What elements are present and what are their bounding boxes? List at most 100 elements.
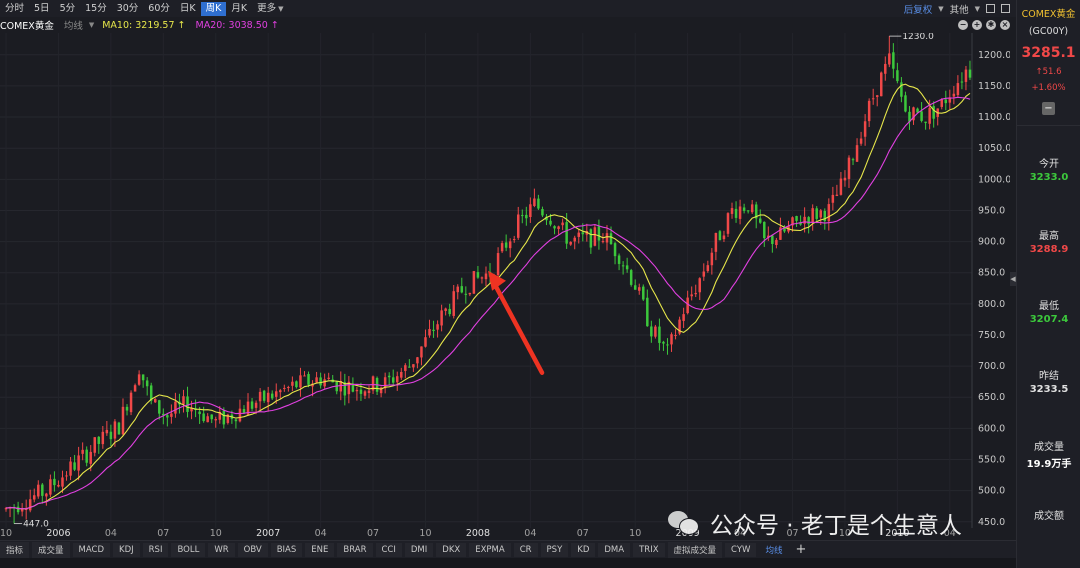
period-tab[interactable]: 周K [200, 1, 227, 16]
indicator-tab[interactable]: EXPMA [469, 542, 511, 557]
candle-body [303, 375, 306, 377]
zoom-in-icon[interactable]: + [972, 20, 982, 30]
indicator-tab[interactable]: 成交量 [32, 541, 70, 558]
chevron-down-icon[interactable]: ▼ [278, 5, 283, 13]
chevron-down-icon[interactable]: ▼ [89, 21, 94, 29]
period-tab[interactable]: 分时 [0, 2, 29, 16]
adjust-dropdown[interactable]: 后复权 [904, 2, 933, 16]
candle-body [500, 243, 504, 252]
period-tab[interactable]: 月K [226, 2, 252, 16]
indicator-tab[interactable]: MACD [72, 542, 111, 557]
candle-body [549, 220, 552, 225]
candle-body [238, 408, 242, 422]
candle-body [629, 270, 633, 285]
close-icon[interactable]: × [1000, 20, 1010, 30]
period-tab[interactable]: 60分 [143, 2, 175, 16]
candle-body [299, 375, 302, 388]
x-tick-label: 04 [524, 528, 536, 539]
candle-body [53, 478, 56, 486]
indicator-tab[interactable]: PSY [540, 542, 569, 557]
quote-stat: 昨结 3233.5 [1017, 367, 1080, 395]
candle-body [646, 297, 649, 327]
candle-body [291, 381, 294, 386]
candle-body [133, 385, 137, 392]
candle-body [654, 326, 657, 337]
chevron-down-icon[interactable]: ▼ [938, 5, 943, 13]
period-tab[interactable]: 日K [175, 2, 201, 16]
indicator-tab[interactable]: BRAR [337, 542, 373, 557]
candle-body [16, 506, 20, 513]
candle-body [198, 411, 201, 415]
indicator-tab[interactable]: 虚拟成交量 [667, 541, 723, 558]
indicator-tab[interactable]: RSI [142, 542, 169, 557]
stat-label: 成交量 [1034, 442, 1064, 453]
candle-body [214, 419, 218, 421]
zoom-out-icon[interactable]: − [958, 20, 968, 30]
ma-selector[interactable]: 均线 [64, 18, 83, 32]
candle-body [101, 431, 105, 445]
settings-icon[interactable]: ✱ [986, 20, 996, 30]
candle-body [391, 377, 395, 383]
other-dropdown[interactable]: 其他 [950, 2, 969, 16]
candle-body [658, 326, 661, 343]
period-tab[interactable]: 5日 [29, 2, 55, 16]
indicator-tab[interactable]: ENE [305, 542, 335, 557]
candle-body [295, 381, 298, 388]
indicator-tab[interactable]: CCI [375, 542, 402, 557]
chevron-down-icon[interactable]: ▼ [975, 5, 980, 13]
candle-body [847, 157, 851, 179]
indicator-tab[interactable]: TRIX [633, 542, 665, 557]
quote-stat: 成交量 19.9万手 [1017, 438, 1080, 470]
candle-body [484, 273, 488, 280]
indicator-tab[interactable]: BOLL [171, 542, 206, 557]
candle-body [896, 70, 899, 82]
stat-label: 昨结 [1039, 371, 1059, 382]
indicator-tab[interactable]: CYW [725, 542, 757, 557]
watermark: 公众号 · 老丁是个生意人 [668, 506, 962, 540]
y-tick-label: 1050.0 [978, 143, 1010, 154]
y-tick-label: 550.0 [978, 455, 1005, 466]
period-tab[interactable]: 更多 [252, 2, 281, 16]
low-annotation: 447.0 [23, 520, 49, 530]
candle-body [577, 232, 581, 237]
candle-body [702, 271, 706, 277]
indicator-tab[interactable]: OBV [237, 542, 268, 557]
candle-body [113, 421, 117, 439]
price-change-percent: +1.60% [1031, 83, 1066, 93]
x-tick-label: 04 [315, 528, 327, 539]
layout-icon[interactable] [1001, 4, 1010, 13]
add-indicator-button[interactable]: + [791, 542, 810, 557]
collapse-button[interactable]: − [1042, 102, 1055, 115]
candle-body [722, 235, 726, 240]
kline-chart[interactable]: 1200.0 1150.0 1100.0 1050.0 1000.0 950.0 900.0… [0, 33, 1010, 540]
indicator-tab[interactable]: DMI [404, 542, 434, 557]
candle-body [871, 98, 875, 100]
indicator-tab[interactable]: DKX [436, 542, 467, 557]
candle-body [448, 308, 451, 315]
quote-code: (GC00Y) [1028, 26, 1069, 37]
period-tab[interactable]: 5分 [55, 2, 81, 16]
candle-body [367, 390, 371, 394]
fullscreen-icon[interactable] [986, 4, 995, 13]
candle-body [472, 271, 476, 294]
indicator-tab[interactable]: DMA [598, 542, 631, 557]
indicator-tab[interactable]: WR [208, 542, 235, 557]
candle-body [355, 389, 359, 392]
indicator-tab[interactable]: 均线 [759, 541, 789, 558]
candle-body [93, 437, 97, 453]
period-tab[interactable]: 15分 [80, 2, 112, 16]
candle-body [642, 286, 645, 300]
candle-body [81, 449, 84, 454]
candle-body [730, 208, 734, 214]
candle-body [633, 285, 637, 290]
quote-stat: 最低 3207.4 [1017, 297, 1080, 325]
indicator-tab[interactable]: 指标 [0, 541, 30, 558]
candle-body [714, 232, 718, 252]
indicator-tab[interactable]: KD [571, 542, 596, 557]
indicator-tab[interactable]: BIAS [270, 542, 303, 557]
period-tab[interactable]: 30分 [112, 2, 144, 16]
candle-body [750, 204, 754, 213]
indicator-tab[interactable]: CR [513, 542, 538, 557]
candle-body [254, 402, 258, 408]
indicator-tab[interactable]: KDJ [113, 542, 140, 557]
